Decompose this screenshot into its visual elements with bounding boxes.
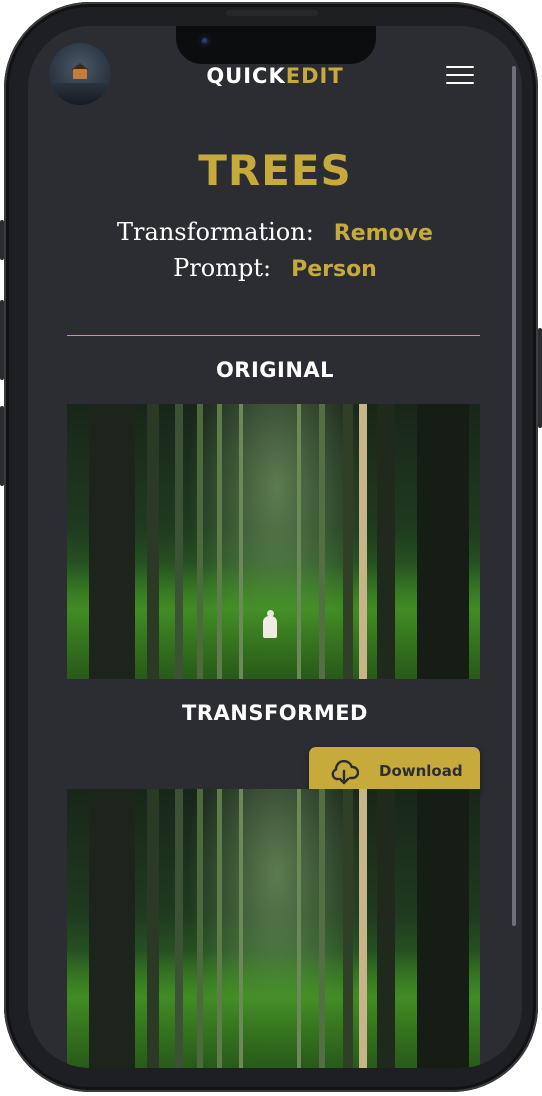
side-button bbox=[0, 220, 4, 260]
tree-trunk bbox=[343, 404, 353, 679]
app-screen: QUICKEDIT TREES Transformation: Remove Pr… bbox=[28, 26, 522, 1068]
brand-edit: EDIT bbox=[285, 64, 344, 88]
tree-trunk bbox=[175, 404, 183, 679]
tree-trunk bbox=[147, 789, 159, 1068]
transformed-image bbox=[67, 789, 480, 1068]
tree-trunk bbox=[197, 789, 203, 1068]
notch bbox=[176, 26, 376, 64]
tree-trunk bbox=[239, 404, 243, 679]
tree-trunk bbox=[147, 404, 159, 679]
original-image bbox=[67, 404, 480, 679]
cloud-download-icon bbox=[331, 760, 359, 785]
tree-trunk bbox=[217, 404, 222, 679]
tree-trunk bbox=[319, 404, 325, 679]
divider bbox=[67, 335, 480, 336]
tree-trunk bbox=[417, 404, 469, 679]
phone-frame: QUICKEDIT TREES Transformation: Remove Pr… bbox=[0, 2, 542, 1092]
menu-bar bbox=[446, 66, 474, 68]
tree-trunk bbox=[319, 789, 325, 1068]
hamburger-menu-icon[interactable] bbox=[446, 66, 474, 90]
tree-trunk bbox=[377, 789, 395, 1068]
tree-trunk bbox=[239, 789, 243, 1068]
tree-trunk bbox=[197, 404, 203, 679]
person-figure bbox=[263, 610, 277, 640]
download-label: Download bbox=[379, 762, 463, 780]
transformed-heading: TRANSFORMED bbox=[182, 701, 368, 725]
volume-down-button bbox=[0, 406, 4, 486]
tree-trunk bbox=[377, 404, 395, 679]
power-button bbox=[538, 328, 542, 428]
menu-bar bbox=[446, 82, 474, 84]
tree-trunk bbox=[359, 404, 367, 679]
volume-up-button bbox=[0, 300, 4, 380]
prompt-row: Prompt: Person bbox=[28, 254, 522, 282]
tree-trunk bbox=[417, 789, 469, 1068]
transformation-label: Transformation: bbox=[117, 218, 314, 246]
page-title: TREES bbox=[198, 146, 352, 195]
scrollbar[interactable] bbox=[512, 66, 516, 926]
tree-trunk bbox=[297, 404, 301, 679]
person-body bbox=[263, 616, 277, 638]
menu-bar bbox=[446, 74, 474, 76]
original-heading: ORIGINAL bbox=[215, 358, 335, 382]
transformation-row: Transformation: Remove bbox=[28, 218, 522, 246]
tree-trunk bbox=[217, 789, 222, 1068]
tree-trunk bbox=[89, 404, 135, 679]
speaker-grill bbox=[226, 10, 318, 16]
transformation-value: Remove bbox=[333, 221, 433, 246]
tree-trunk bbox=[359, 789, 367, 1068]
camera-icon bbox=[198, 34, 212, 48]
tree-trunk bbox=[89, 789, 135, 1068]
tree-trunk bbox=[297, 789, 301, 1068]
prompt-label: Prompt: bbox=[173, 254, 272, 282]
tree-trunk bbox=[343, 789, 353, 1068]
brand-quick: QUICK bbox=[206, 64, 286, 88]
prompt-value: Person bbox=[291, 257, 377, 282]
tree-trunk bbox=[175, 789, 183, 1068]
